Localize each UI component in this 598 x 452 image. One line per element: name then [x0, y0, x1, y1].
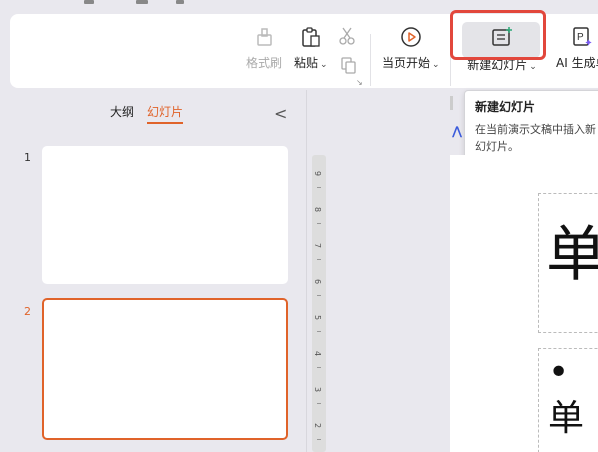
format-painter-button[interactable]: 格式刷 [246, 26, 282, 70]
play-from-current-label: 当页开始 ⌄ [382, 56, 440, 70]
ruler-tick [317, 223, 321, 224]
top-strip-mark [136, 0, 148, 4]
ruler-tick [317, 367, 321, 368]
ruler-label: 2 [313, 422, 323, 429]
copy-icon [341, 57, 356, 74]
ruler-label: 3 [313, 386, 323, 393]
top-strip-mark [84, 0, 94, 4]
canvas-edge [450, 96, 453, 110]
tooltip-description: 在当前演示文稿中插入新幻灯片。 [475, 123, 596, 153]
ruler-label: 8 [313, 206, 323, 213]
ruler-tick [317, 331, 321, 332]
slide-title-text: 单 [546, 220, 598, 290]
paste-label: 粘贴 ⌄ [294, 56, 328, 70]
ai-generate-button[interactable]: P AI 生成单 [556, 26, 598, 70]
new-slide-tooltip: 新建幻灯片 在当前演示文稿中插入新幻灯片。 [464, 90, 598, 162]
vertical-ruler: 9 8 7 6 5 4 3 2 [312, 155, 326, 452]
format-painter-icon [257, 28, 272, 46]
ruler-tick [317, 187, 321, 188]
cut-button[interactable] [338, 26, 356, 46]
svg-text:P: P [577, 32, 584, 43]
ruler-label: 7 [313, 242, 323, 249]
play-from-current-button[interactable]: 当页开始 ⌄ [382, 26, 440, 72]
slide-thumbnail-2[interactable] [42, 298, 288, 440]
paste-button[interactable]: 粘贴 ⌄ [294, 26, 328, 72]
new-slide-label: 新建幻灯片 ⌄ [467, 58, 537, 72]
ai-slide-icon: P [573, 27, 592, 46]
ai-assist-icon[interactable]: ⋀ [452, 124, 462, 138]
chevron-down-icon: ⌄ [529, 62, 537, 72]
top-strip [0, 0, 598, 8]
ruler-tick [317, 295, 321, 296]
play-icon [401, 27, 421, 47]
panel-divider [306, 90, 307, 452]
ribbon-separator [370, 34, 371, 86]
ruler-tick [317, 259, 321, 260]
ruler-label: 5 [313, 314, 323, 321]
ruler-label: 9 [313, 170, 323, 177]
ai-generate-label: AI 生成单 [556, 56, 598, 70]
format-painter-label: 格式刷 [246, 56, 283, 70]
chevron-down-icon: ⌄ [320, 60, 328, 70]
slide-number: 1 [24, 151, 31, 164]
tab-outline[interactable]: 大纲 [110, 104, 134, 120]
top-strip-mark [176, 0, 184, 4]
ruler-label: 6 [313, 278, 323, 285]
slide-bullet-text: • 单 [548, 352, 585, 439]
tab-slides[interactable]: 幻灯片 [147, 104, 184, 124]
highlight-box [450, 10, 546, 60]
ruler-label: 4 [313, 350, 323, 357]
clipboard-icon [302, 27, 320, 47]
slide-thumbnail-1[interactable] [42, 146, 288, 284]
slide-number: 2 [24, 305, 31, 318]
ruler-tick [317, 439, 321, 440]
ruler-tick [317, 403, 321, 404]
clipboard-dialog-launcher-icon[interactable]: ↘ [356, 78, 363, 87]
scissors-icon [339, 27, 355, 45]
chevron-down-icon: ⌄ [432, 60, 440, 70]
tooltip-title: 新建幻灯片 [475, 100, 536, 114]
copy-button[interactable] [340, 56, 356, 74]
collapse-panel-icon[interactable]: < [274, 104, 287, 123]
